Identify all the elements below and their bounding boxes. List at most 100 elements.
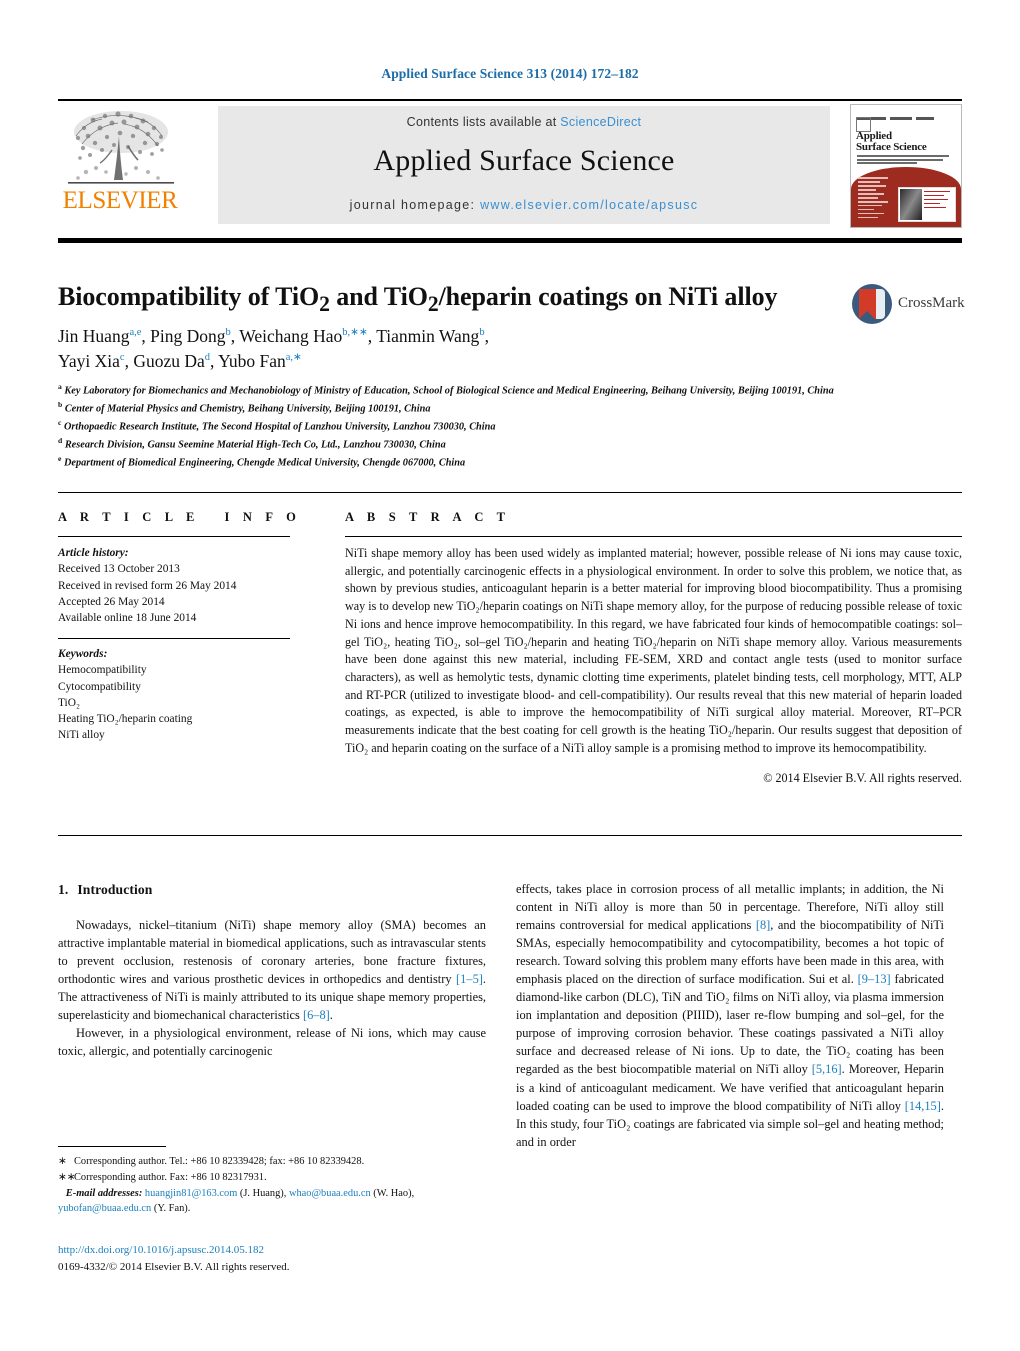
issn-copyright-line: 0169-4332/© 2014 Elsevier B.V. All right… [58,1260,290,1273]
author-yayi-xia: Yayi Xiac [58,350,125,371]
author-guozu-da: Guozu Dad [133,350,211,371]
abstract-heading: A B S T R A C T [345,510,511,524]
history-accepted: Accepted 26 May 2014 [58,595,165,608]
cover-title-line-2: Surface Science [856,141,927,154]
info-top-rule [58,492,962,494]
journal-banner: ELSEVIER Contents lists available at Sci… [58,104,962,228]
affiliation-d-text: Research Division, Gansu Seemine Materia… [64,439,446,451]
author-list: Jin Huanga,e, Ping Dongb, Weichang Haob,… [58,324,858,374]
footnote-mark-1: ∗ [58,1156,67,1167]
cover-subtitle-lines [857,155,953,166]
email-link-fan[interactable]: yubofan@buaa.edu.cn [58,1203,151,1214]
contents-prefix: Contents lists available at [406,115,561,129]
author-yubo-fan: Yubo Fana,∗ [218,350,302,371]
citation-5-16[interactable]: [5,16] [812,1062,842,1076]
history-revised: Received in revised form 26 May 2014 [58,579,237,592]
affiliation-d: d Research Division, Gansu Seemine Mater… [58,436,446,451]
section-heading-introduction: 1. Introduction [58,880,486,900]
history-received: Received 13 October 2013 [58,563,180,576]
homepage-prefix: journal homepage: [349,198,481,212]
footnote-corr-1-text: Corresponding author. Tel.: +86 10 82339… [74,1156,365,1167]
crossmark-label: CrossMark [898,295,965,311]
footnote-emails: E-mail addresses: huangjin81@163.com (J.… [58,1186,486,1218]
paragraph-intro-2: However, in a physiological environment,… [58,1026,486,1059]
cover-header-bar [856,109,956,120]
journal-cover-thumbnail[interactable]: Applied Surface Science [850,104,962,228]
abstract-text: NiTi shape memory alloy has been used wi… [345,546,962,755]
banner-center-panel: Contents lists available at ScienceDirec… [218,106,830,224]
elsevier-logo: ELSEVIER [58,104,184,226]
citation-1-5[interactable]: [1–5] [456,972,483,986]
citation-8[interactable]: [8] [756,918,770,932]
page-title: Biocompatibility of TiO2 and TiO2/hepari… [58,282,778,317]
paragraph-intro-1: Nowadays, nickel–titanium (NiTi) shape m… [58,916,486,1024]
cover-journal-title: Applied Surface Science [856,130,956,154]
keyword-5: NiTi alloy [58,729,105,742]
crossmark-icon [852,284,892,324]
footnote-corr-2-text: Corresponding author. Fax: +86 10 823179… [74,1171,267,1183]
cover-top-area: Applied Surface Science [851,105,961,171]
keyword-2: Cytocompatibility [58,680,141,693]
elsevier-wordmark: ELSEVIER [62,187,178,214]
email-owner-hao: (W. Hao), [373,1187,415,1199]
keyword-1: Hemocompatibility [58,664,147,677]
footnote-mark-2: ∗∗ [58,1171,76,1183]
doi-block: http://dx.doi.org/10.1016/j.apsusc.2014.… [58,1242,486,1275]
citation-6-8[interactable]: [6–8] [303,1008,330,1022]
affiliation-a-text: Key Laboratory for Biomechanics and Mech… [64,385,834,397]
keywords-rule [58,638,290,640]
affiliation-e-text: Department of Biomedical Engineering, Ch… [63,457,466,469]
crossmark-badge[interactable]: CrossMark [852,282,970,326]
footnote-corresponding-1: ∗ Corresponding author. Tel.: +86 10 8233… [58,1154,486,1170]
keywords-label: Keywords: [58,648,108,660]
cover-figure-micrograph [900,189,922,220]
article-history-label: Article history: [58,547,129,559]
citation-14-15[interactable]: [14,15] [905,1099,941,1113]
affiliation-b-text: Center of Material Physics and Chemistry… [64,403,431,415]
cover-editor-list [858,177,892,221]
email-owner-huang: (J. Huang), [239,1187,287,1199]
intro-right-part-c: fabricated diamond-like carbon (DLC), Ti… [516,972,944,1077]
abstract-body: NiTi shape memory alloy has been used wi… [345,545,962,788]
journal-homepage-line: journal homepage: www.elsevier.com/locat… [218,198,830,212]
footnote-rule [58,1146,166,1148]
affiliation-c: c Orthopaedic Research Institute, The Se… [58,418,496,433]
email-link-hao[interactable]: whao@buaa.edu.cn [289,1188,371,1199]
journal-title: Applied Surface Science [373,144,675,177]
author-line-1: Jin Huanga,e, Ping Dongb, Weichang Haob,… [58,326,489,346]
section-number: 1. [58,882,69,897]
email-link-huang[interactable]: huangjin81@163.com [145,1188,237,1199]
paragraph-intro-continued: effects, takes place in corrosion proces… [516,880,944,1151]
author-ping-dong: Ping Dongb [150,326,231,346]
crossmark-book-shape [859,289,876,319]
sciencedirect-link[interactable]: ScienceDirect [560,115,641,129]
author-weichang-hao: Weichang Haob,∗∗ [239,326,368,346]
journal-homepage-link[interactable]: www.elsevier.com/locate/apsusc [480,198,698,212]
intro-1-part-a: Nowadays, nickel–titanium (NiTi) shape m… [58,917,486,986]
article-info-heading: A R T I C L E I N F O [58,510,302,524]
body-column-right: effects, takes place in corrosion proces… [516,880,944,1151]
keyword-3: TiO₂ [58,696,80,709]
intro-1-part-c: . [329,1008,333,1022]
body-column-left: 1. Introduction Nowadays, nickel–titanium… [58,880,486,1060]
footnote-block: ∗ Corresponding author. Tel.: +86 10 8233… [58,1154,486,1217]
cover-figure-plot [924,191,952,218]
doi-link[interactable]: http://dx.doi.org/10.1016/j.apsusc.2014.… [58,1242,486,1259]
section-title: Introduction [77,882,153,897]
author-tianmin-wang: Tianmin Wangb [376,326,485,346]
elsevier-tree-icon [62,106,180,188]
author-jin-huang: Jin Huanga,e [58,326,142,346]
abstract-copyright: © 2014 Elsevier B.V. All rights reserved… [763,771,962,786]
history-online: Available online 18 June 2014 [58,612,197,625]
abstract-bottom-rule [58,835,962,837]
banner-bottom-rule [58,238,962,243]
affiliation-e: e Department of Biomedical Engineering, … [58,454,466,469]
keywords-list: Keywords: Hemocompatibility Cytocompatib… [58,646,298,744]
cover-figure [898,187,956,222]
crossmark-page-shape [876,289,885,319]
affiliation-c-text: Orthopaedic Research Institute, The Seco… [63,421,496,433]
abstract-underline-rule [345,536,962,538]
footnote-corresponding-2: ∗∗Corresponding author. Fax: +86 10 8231… [58,1170,486,1186]
citation-9-13[interactable]: [9–13] [858,972,891,986]
affiliation-list: a Key Laboratory for Biomechanics and Me… [58,381,888,471]
